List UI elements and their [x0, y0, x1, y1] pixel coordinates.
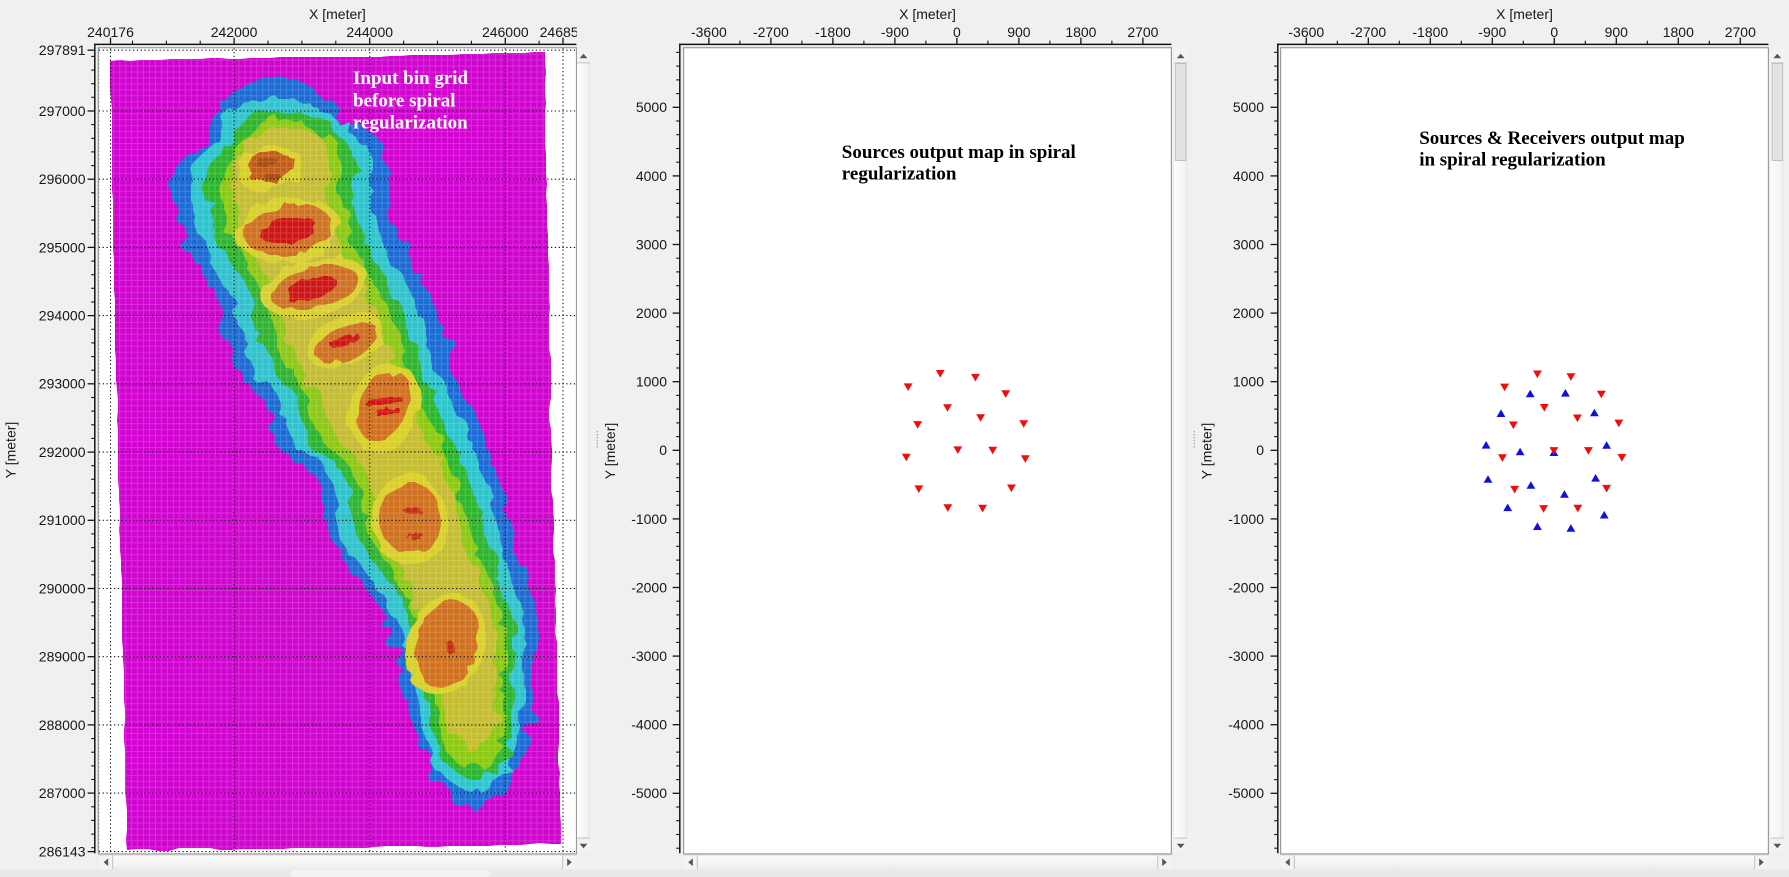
- svg-text:289000: 289000: [39, 649, 86, 665]
- svg-text:-900: -900: [1478, 24, 1506, 40]
- svg-text:Input bin grid: Input bin grid: [353, 68, 469, 89]
- svg-text:-900: -900: [881, 24, 909, 40]
- svg-text:-5000: -5000: [631, 785, 667, 801]
- svg-text:-1800: -1800: [815, 24, 851, 40]
- svg-text:290000: 290000: [39, 580, 86, 596]
- svg-text:0: 0: [1550, 24, 1558, 40]
- svg-text:5000: 5000: [1233, 99, 1264, 115]
- svg-text:regularization: regularization: [353, 113, 468, 134]
- svg-text:-2000: -2000: [631, 579, 667, 595]
- svg-text:900: 900: [1007, 24, 1031, 40]
- svg-text:0: 0: [953, 24, 961, 40]
- svg-text:-5000: -5000: [1228, 785, 1264, 801]
- svg-text:in spiral regularization: in spiral regularization: [1419, 150, 1606, 171]
- svg-text:4000: 4000: [636, 168, 667, 184]
- svg-text:240176: 240176: [87, 24, 134, 40]
- svg-text:2000: 2000: [1233, 305, 1264, 321]
- svg-text:242000: 242000: [211, 24, 258, 40]
- svg-text:1800: 1800: [1663, 24, 1694, 40]
- svg-text:-1800: -1800: [1412, 24, 1448, 40]
- svg-text:0: 0: [659, 442, 667, 458]
- svg-text:2000: 2000: [636, 305, 667, 321]
- svg-text:293000: 293000: [39, 376, 86, 392]
- svg-text:294000: 294000: [39, 308, 86, 324]
- svg-text:regularization: regularization: [842, 164, 957, 185]
- svg-text:-3600: -3600: [691, 24, 727, 40]
- svg-text:0: 0: [1256, 442, 1264, 458]
- svg-text:X [meter]: X [meter]: [1496, 6, 1553, 22]
- svg-text:-1000: -1000: [1228, 511, 1264, 527]
- svg-text:-4000: -4000: [1228, 717, 1264, 733]
- svg-text:Y [meter]: Y [meter]: [3, 422, 19, 479]
- svg-text:286143: 286143: [39, 844, 86, 860]
- svg-text:Y [meter]: Y [meter]: [1199, 423, 1215, 480]
- svg-text:X [meter]: X [meter]: [899, 6, 956, 22]
- svg-text:5000: 5000: [636, 99, 667, 115]
- svg-text:295000: 295000: [39, 239, 86, 255]
- svg-text:-4000: -4000: [631, 717, 667, 733]
- svg-text:288000: 288000: [39, 717, 86, 733]
- svg-text:-2000: -2000: [1228, 579, 1264, 595]
- svg-text:2700: 2700: [1725, 24, 1756, 40]
- svg-text:297891: 297891: [39, 42, 86, 58]
- svg-text:-3600: -3600: [1288, 24, 1324, 40]
- svg-text:3000: 3000: [1233, 236, 1264, 252]
- svg-text:Sources & Receivers output map: Sources & Receivers output map: [1419, 128, 1685, 149]
- svg-text:246000: 246000: [482, 24, 529, 40]
- svg-text:Sources output map in spiral: Sources output map in spiral: [842, 142, 1076, 163]
- svg-text:1000: 1000: [636, 374, 667, 390]
- svg-text:900: 900: [1605, 24, 1629, 40]
- svg-text:-3000: -3000: [631, 648, 667, 664]
- svg-text:244000: 244000: [346, 24, 393, 40]
- svg-text:4000: 4000: [1233, 168, 1264, 184]
- svg-text:2700: 2700: [1127, 24, 1158, 40]
- svg-text:X [meter]: X [meter]: [309, 6, 366, 22]
- svg-text:-2700: -2700: [753, 24, 789, 40]
- svg-text:296000: 296000: [39, 171, 86, 187]
- svg-text:before spiral: before spiral: [353, 90, 456, 111]
- svg-text:291000: 291000: [39, 512, 86, 528]
- svg-text:-1000: -1000: [631, 511, 667, 527]
- svg-text:3000: 3000: [636, 236, 667, 252]
- svg-text:-3000: -3000: [1228, 648, 1264, 664]
- svg-text:287000: 287000: [39, 785, 86, 801]
- svg-text:1000: 1000: [1233, 374, 1264, 390]
- svg-text:1800: 1800: [1065, 24, 1096, 40]
- svg-text:Y [meter]: Y [meter]: [602, 423, 618, 480]
- svg-text:-2700: -2700: [1350, 24, 1386, 40]
- svg-text:297000: 297000: [39, 103, 86, 119]
- svg-text:292000: 292000: [39, 444, 86, 460]
